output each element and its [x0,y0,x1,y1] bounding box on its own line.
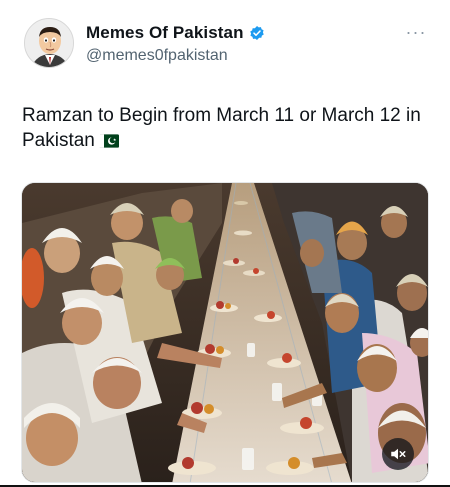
tweet-video[interactable] [21,182,429,483]
iftar-gathering-photo [22,183,428,482]
mute-button[interactable] [382,438,414,470]
author-display-name[interactable]: Memes Of Pakistan [86,23,244,43]
cartoon-man-avatar-icon [25,19,73,67]
tweet-text-body: Ramzan to Begin from March 11 or March 1… [22,105,421,151]
tweet-card: Memes Of Pakistan @memes0fpakistan ··· R… [0,0,450,487]
more-horizontal-icon[interactable]: ··· [404,22,428,42]
author-name-row: Memes Of Pakistan [86,22,265,44]
verified-badge-icon [249,25,265,41]
tweet-text: Ramzan to Begin from March 11 or March 1… [22,103,432,155]
pakistan-flag-icon [98,130,119,155]
avatar[interactable] [24,18,74,68]
volume-muted-icon [391,448,406,460]
author-handle[interactable]: @memes0fpakistan [86,47,228,65]
